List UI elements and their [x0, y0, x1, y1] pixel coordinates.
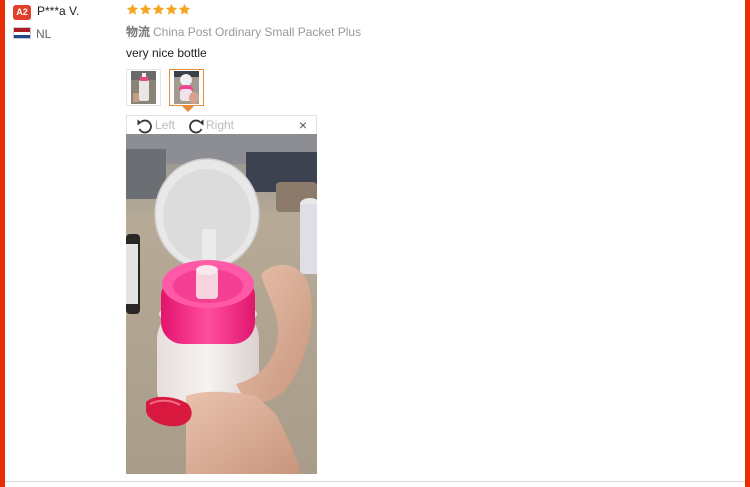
reviewer-name: P***a V.	[37, 4, 80, 18]
review-photo-2-image	[174, 71, 199, 104]
shipping-info: 物流 China Post Ordinary Small Packet Plus	[126, 23, 361, 40]
selected-thumb-pointer	[182, 106, 194, 112]
star-icon	[126, 3, 139, 15]
rotate-left-button[interactable]: Left	[136, 116, 175, 134]
page-frame-right	[745, 0, 750, 487]
reviewer-country: NL	[36, 27, 52, 41]
rotate-right-label: Right	[206, 118, 235, 132]
review-photo-large	[126, 134, 317, 474]
star-icon	[152, 3, 165, 15]
shipping-label: 物流	[126, 25, 151, 39]
image-viewer: Left Right ×	[126, 115, 317, 474]
page-frame-left	[0, 0, 5, 487]
review-comment: very nice bottle	[126, 46, 207, 60]
netherlands-flag-icon	[13, 27, 31, 39]
bottle-photo	[126, 134, 317, 474]
star-icon	[178, 3, 191, 15]
review-photo-thumb-1[interactable]	[126, 69, 161, 106]
viewer-toolbar: Left Right ×	[126, 115, 317, 134]
star-icon	[139, 3, 152, 15]
section-divider	[5, 481, 745, 482]
review-photo-thumb-2[interactable]	[169, 69, 204, 106]
level-badge: A2	[13, 5, 31, 20]
rotate-right-button[interactable]: Right	[187, 116, 234, 134]
review-photo-1-image	[131, 71, 156, 104]
rotate-left-icon	[137, 119, 152, 134]
rotate-left-label: Left	[155, 118, 176, 132]
shipping-method: China Post Ordinary Small Packet Plus	[153, 25, 362, 39]
star-icon	[165, 3, 178, 15]
rotate-right-icon	[189, 119, 204, 134]
star-rating	[126, 3, 191, 21]
close-icon[interactable]: ×	[299, 117, 307, 133]
